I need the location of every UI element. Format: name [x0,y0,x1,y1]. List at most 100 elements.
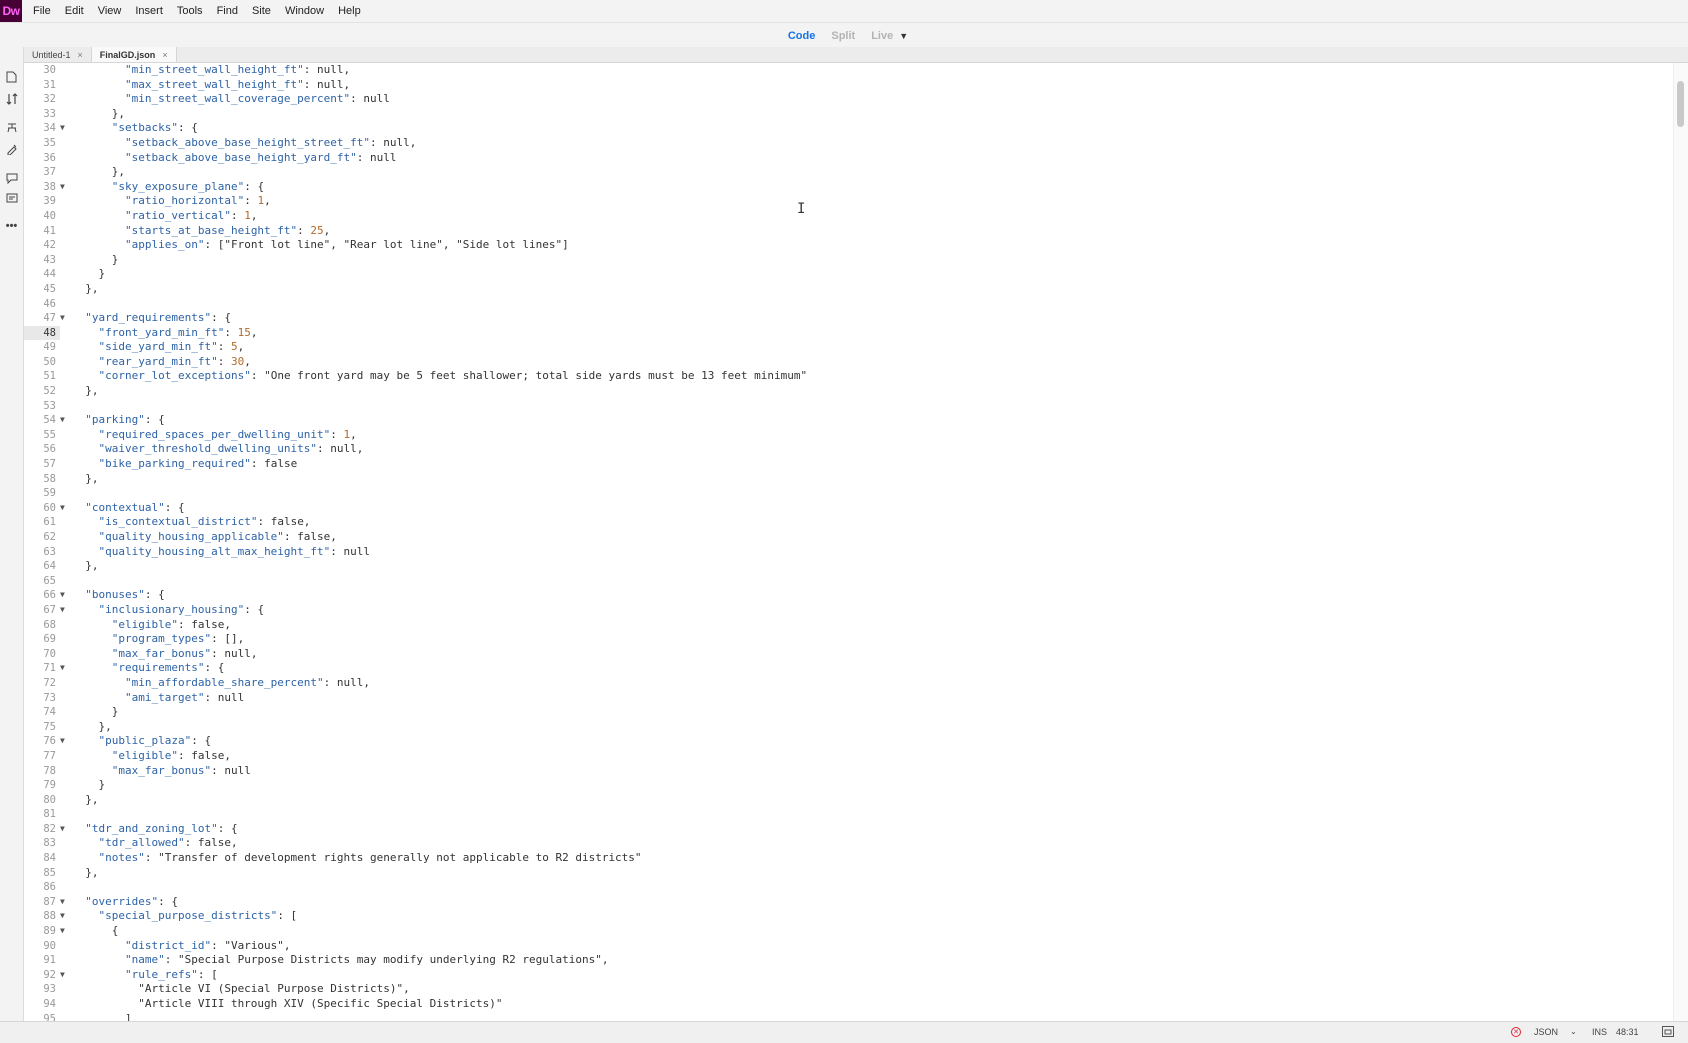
code-line[interactable]: 86 [24,880,1674,895]
code-line[interactable]: 78 "max_far_bonus": null [24,764,1674,779]
code-line[interactable]: 59 [24,486,1674,501]
menu-find[interactable]: Find [210,5,245,17]
fold-toggle-icon[interactable]: ▼ [60,968,65,983]
menu-window[interactable]: Window [278,5,331,17]
code-line[interactable]: 76 ▼ "public_plaza": { [24,734,1674,749]
code-line[interactable]: 87 ▼ "overrides": { [24,895,1674,910]
code-line[interactable]: 38 ▼ "sky_exposure_plane": { [24,180,1674,195]
code-line[interactable]: 41 "starts_at_base_height_ft": 25, [24,224,1674,239]
code-line[interactable]: 49 "side_yard_min_ft": 5, [24,340,1674,355]
code-line[interactable]: 93 "Article VI (Special Purpose District… [24,982,1674,997]
error-icon[interactable]: ✕ [1511,1027,1521,1037]
code-line[interactable]: 62 "quality_housing_applicable": false, [24,530,1674,545]
scrollbar-thumb[interactable] [1677,81,1684,127]
fold-toggle-icon[interactable]: ▼ [60,603,65,618]
code-line[interactable]: 89 ▼ { [24,924,1674,939]
code-line[interactable]: 52 }, [24,384,1674,399]
snippet-icon[interactable] [3,190,20,206]
code-line[interactable]: 85 }, [24,866,1674,881]
fold-toggle-icon[interactable]: ▼ [60,311,65,326]
fold-toggle-icon[interactable]: ▼ [60,413,65,428]
code-line[interactable]: 90 "district_id": "Various", [24,939,1674,954]
language-select[interactable]: JSON [1534,1027,1558,1037]
code-line[interactable]: 74 } [24,705,1674,720]
fold-toggle-icon[interactable]: ▼ [60,895,65,910]
close-icon[interactable]: × [162,50,167,60]
code-line[interactable]: 30 "min_street_wall_height_ft": null, [24,63,1674,78]
code-line[interactable]: 47 ▼ "yard_requirements": { [24,311,1674,326]
code-line[interactable]: 61 "is_contextual_district": false, [24,515,1674,530]
menu-help[interactable]: Help [331,5,368,17]
code-line[interactable]: 80 }, [24,793,1674,808]
code-line[interactable]: 42 "applies_on": ["Front lot line", "Rea… [24,238,1674,253]
hint-icon[interactable] [3,119,20,135]
code-line[interactable]: 73 "ami_target": null [24,691,1674,706]
code-line[interactable]: 58 }, [24,472,1674,487]
code-line[interactable]: 46 [24,297,1674,312]
code-line[interactable]: 48 "front_yard_min_ft": 15, [24,325,1674,341]
menu-edit[interactable]: Edit [58,5,91,17]
fold-toggle-icon[interactable]: ▼ [60,121,65,136]
code-line[interactable]: 32 "min_street_wall_coverage_percent": n… [24,92,1674,107]
code-line[interactable]: 84 "notes": "Transfer of development rig… [24,851,1674,866]
menu-site[interactable]: Site [245,5,278,17]
code-line[interactable]: 64 }, [24,559,1674,574]
code-line[interactable]: 39 "ratio_horizontal": 1, [24,194,1674,209]
code-line[interactable]: 88 ▼ "special_purpose_districts": [ [24,909,1674,924]
tab-finalgd-json[interactable]: FinalGD.json × [91,47,177,62]
format-icon[interactable] [3,141,20,157]
code-line[interactable]: 35 "setback_above_base_height_street_ft"… [24,136,1674,151]
menu-view[interactable]: View [91,5,129,17]
menu-tools[interactable]: Tools [170,5,210,17]
code-line[interactable]: 50 "rear_yard_min_ft": 30, [24,355,1674,370]
transfer-icon[interactable] [3,91,20,107]
fold-toggle-icon[interactable]: ▼ [60,180,65,195]
code-line[interactable]: 54 ▼ "parking": { [24,413,1674,428]
code-line[interactable]: 66 ▼ "bonuses": { [24,588,1674,603]
code-line[interactable]: 95 ] [24,1012,1674,1021]
menu-insert[interactable]: Insert [128,5,170,17]
code-line[interactable]: 92 ▼ "rule_refs": [ [24,968,1674,983]
code-line[interactable]: 70 "max_far_bonus": null, [24,647,1674,662]
code-line[interactable]: 69 "program_types": [], [24,632,1674,647]
code-line[interactable]: 94 "Article VIII through XIV (Specific S… [24,997,1674,1012]
code-editor[interactable]: 30 "min_street_wall_height_ft": null, 31 … [24,63,1674,1021]
tab-untitled-1[interactable]: Untitled-1 × [24,47,92,62]
code-line[interactable]: 71 ▼ "requirements": { [24,661,1674,676]
code-line[interactable]: 56 "waiver_threshold_dwelling_units": nu… [24,442,1674,457]
vertical-scrollbar[interactable] [1673,63,1688,1021]
file-icon[interactable] [3,69,20,85]
more-icon[interactable]: ••• [3,218,20,234]
code-line[interactable]: 31 "max_street_wall_height_ft": null, [24,78,1674,93]
code-line[interactable]: 60 ▼ "contextual": { [24,501,1674,516]
code-line[interactable]: 68 "eligible": false, [24,618,1674,633]
code-line[interactable]: 33 }, [24,107,1674,122]
code-line[interactable]: 63 "quality_housing_alt_max_height_ft": … [24,545,1674,560]
code-line[interactable]: 37 }, [24,165,1674,180]
split-view-button[interactable]: Split [831,30,855,42]
fold-toggle-icon[interactable]: ▼ [60,924,65,939]
chevron-down-icon[interactable]: ⌄ [1570,1027,1577,1036]
code-line[interactable]: 67 ▼ "inclusionary_housing": { [24,603,1674,618]
fold-toggle-icon[interactable]: ▼ [60,822,65,837]
code-line[interactable]: 36 "setback_above_base_height_yard_ft": … [24,151,1674,166]
code-line[interactable]: 43 } [24,253,1674,268]
close-icon[interactable]: × [78,50,83,60]
window-size-icon[interactable] [1662,1026,1674,1039]
fold-toggle-icon[interactable]: ▼ [60,661,65,676]
code-line[interactable]: 91 "name": "Special Purpose Districts ma… [24,953,1674,968]
insert-mode[interactable]: INS [1592,1027,1607,1037]
fold-toggle-icon[interactable]: ▼ [60,501,65,516]
fold-toggle-icon[interactable]: ▼ [60,909,65,924]
comment-icon[interactable] [3,170,20,186]
code-line[interactable]: 81 [24,807,1674,822]
code-line[interactable]: 40 "ratio_vertical": 1, [24,209,1674,224]
code-line[interactable]: 57 "bike_parking_required": false [24,457,1674,472]
live-view-button[interactable]: Live [871,30,893,42]
code-line[interactable]: 34 ▼ "setbacks": { [24,121,1674,136]
fold-toggle-icon[interactable]: ▼ [60,734,65,749]
code-line[interactable]: 65 [24,574,1674,589]
code-line[interactable]: 75 }, [24,720,1674,735]
code-view-button[interactable]: Code [788,30,816,42]
code-line[interactable]: 55 "required_spaces_per_dwelling_unit": … [24,428,1674,443]
